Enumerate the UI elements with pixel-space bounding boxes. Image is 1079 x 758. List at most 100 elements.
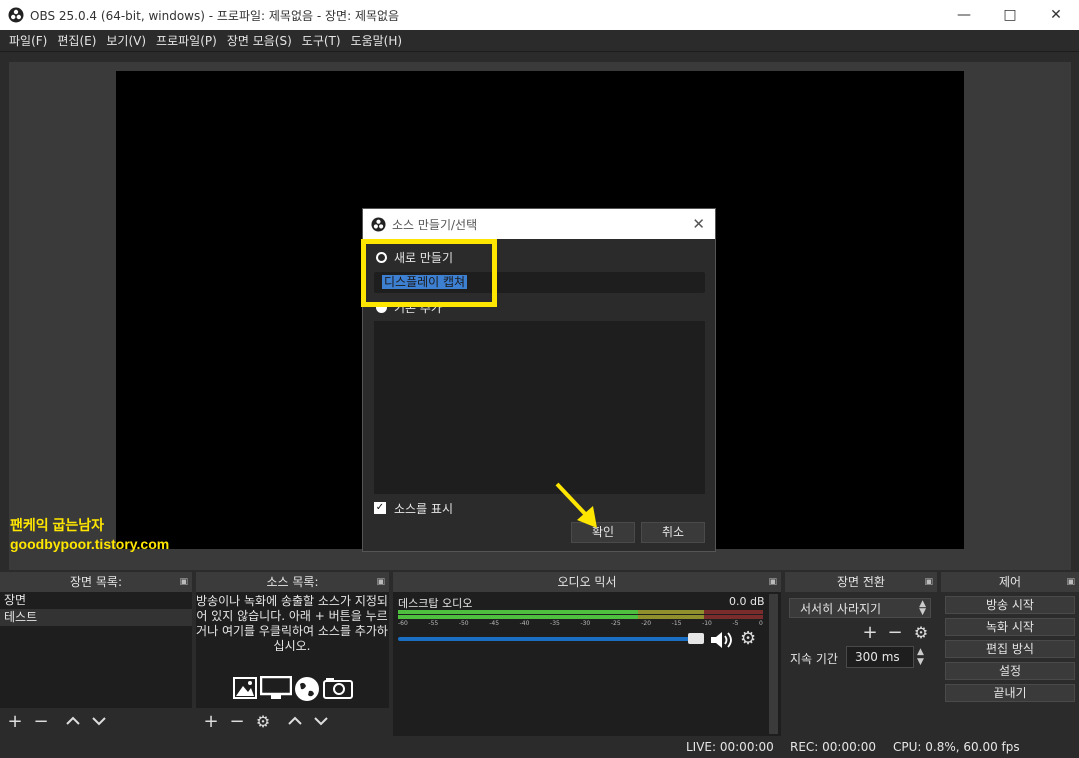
meter-green [398, 615, 638, 619]
scale-tick: -10 [702, 620, 712, 627]
add-transition-icon[interactable]: + [859, 621, 881, 643]
add-source-icon[interactable]: + [200, 710, 222, 732]
remove-source-icon[interactable]: − [226, 710, 248, 732]
scenes-toolbar: + − [0, 708, 192, 734]
duration-label: 지속 기간 [790, 652, 838, 666]
transition-selected: 서서히 사라지기 [800, 601, 882, 616]
mixer-dock-label: 오디오 믹서 [557, 575, 617, 589]
duration-spinner-icon[interactable]: ▲ ▼ [917, 647, 924, 667]
scale-tick: -25 [610, 620, 621, 627]
exit-button[interactable]: 끝내기 [945, 684, 1075, 702]
scale-tick: -15 [671, 620, 682, 627]
menu-edit[interactable]: 편집(E) [52, 30, 101, 52]
close-icon[interactable]: ✕ [692, 215, 705, 233]
menu-help[interactable]: 도움말(H) [346, 30, 408, 52]
scale-tick: -40 [519, 620, 530, 627]
live-status: LIVE: 00:00:00 [686, 740, 774, 754]
transitions-dock-label: 장면 전환 [837, 575, 885, 589]
add-scene-icon[interactable]: + [4, 710, 26, 732]
status-bar: LIVE: 00:00:00 REC: 00:00:00 CPU: 0.8%, … [0, 737, 1079, 758]
window-title: OBS 25.0.4 (64-bit, windows) - 프로파일: 제목없… [30, 8, 400, 23]
globe-icon [295, 677, 319, 701]
obs-logo-icon [8, 7, 24, 23]
scene-item[interactable]: 테스트 [0, 609, 192, 626]
scale-tick: -5 [732, 620, 739, 627]
mixer-channel-level: 0.0 dB [729, 595, 765, 608]
move-down-icon[interactable] [88, 710, 110, 732]
float-icon[interactable]: ▣ [924, 572, 933, 592]
move-down-icon[interactable] [310, 710, 332, 732]
scale-tick: -35 [550, 620, 560, 627]
scenes-dock-title: 장면 목록: ▣ [0, 572, 192, 592]
meter-red [704, 615, 763, 619]
gear-icon[interactable]: ⚙ [252, 710, 274, 732]
scale-tick: 0 [759, 620, 763, 627]
volume-slider[interactable] [398, 637, 702, 641]
sources-empty-hint: 방송이나 녹화에 송출할 소스가 지정되어 있지 않습니다. 아래 + 버튼을 … [196, 594, 388, 653]
gear-icon[interactable]: ⚙ [740, 628, 756, 649]
maximize-button[interactable]: □ [987, 0, 1033, 30]
settings-button[interactable]: 설정 [945, 662, 1075, 680]
sources-dock-label: 소스 목록: [266, 575, 319, 589]
obs-logo-icon [371, 216, 386, 232]
meter-yellow [638, 610, 704, 614]
remove-transition-icon[interactable]: − [884, 621, 906, 643]
duration-value: 300 ms [855, 650, 900, 664]
scenes-list[interactable]: 장면 테스트 [0, 592, 192, 708]
scale-tick: -20 [641, 620, 652, 627]
float-icon[interactable]: ▣ [768, 572, 777, 592]
start-streaming-button[interactable]: 방송 시작 [945, 596, 1075, 614]
sources-list[interactable]: 방송이나 녹화에 송출할 소스가 지정되어 있지 않습니다. 아래 + 버튼을 … [196, 592, 389, 708]
start-recording-button[interactable]: 녹화 시작 [945, 618, 1075, 636]
move-up-icon[interactable] [62, 710, 84, 732]
menu-profile[interactable]: 프로파일(P) [151, 30, 222, 52]
float-icon[interactable]: ▣ [376, 572, 385, 592]
duration-input[interactable]: 300 ms [846, 646, 914, 668]
highlight-box [361, 239, 497, 307]
scale-tick: -60 [398, 620, 408, 627]
transitions-dock-title: 장면 전환 ▣ [785, 572, 937, 592]
window-titlebar: OBS 25.0.4 (64-bit, windows) - 프로파일: 제목없… [0, 0, 1079, 30]
scenes-dock-label: 장면 목록: [69, 575, 123, 589]
volume-slider-handle[interactable] [688, 633, 704, 644]
cpu-status: CPU: 0.8%, 60.00 fps [893, 740, 1020, 754]
speaker-icon[interactable] [710, 631, 734, 649]
display-icon [260, 676, 292, 699]
arrow-icon [555, 482, 597, 528]
float-icon[interactable]: ▣ [1066, 572, 1075, 592]
cancel-button[interactable]: 취소 [641, 522, 705, 543]
menu-bar: 파일(F) 편집(E) 보기(V) 프로파일(P) 장면 모음(S) 도구(T)… [0, 30, 1079, 52]
transition-select[interactable]: 서서히 사라지기 ▲ ▼ [789, 598, 931, 618]
existing-sources-list[interactable] [374, 321, 705, 494]
meter-green [398, 610, 638, 614]
gear-icon[interactable]: ⚙ [910, 621, 932, 643]
mixer-dock-title: 오디오 믹서 ▣ [393, 572, 781, 592]
camera-icon [323, 678, 353, 699]
menu-file[interactable]: 파일(F) [4, 30, 52, 52]
sources-toolbar: + − ⚙ [196, 708, 389, 734]
mixer-channel-name: 데스크탑 오디오 [398, 597, 473, 610]
remove-scene-icon[interactable]: − [30, 710, 52, 732]
source-type-icons [232, 676, 354, 702]
scene-item[interactable]: 장면 [0, 592, 192, 609]
visible-checkbox[interactable]: ✓ [374, 502, 386, 514]
meter-red [704, 610, 763, 614]
scale-tick: -55 [428, 620, 439, 627]
studio-mode-button[interactable]: 편집 방식 [945, 640, 1075, 658]
sources-dock-title: 소스 목록: ▣ [196, 572, 389, 592]
menu-scene-collection[interactable]: 장면 모음(S) [222, 30, 297, 52]
watermark-line2: goodbypoor.tistory.com [10, 536, 170, 552]
move-up-icon[interactable] [284, 710, 306, 732]
menu-view[interactable]: 보기(V) [101, 30, 151, 52]
scale-tick: -50 [458, 620, 469, 627]
minimize-button[interactable]: — [941, 0, 987, 30]
menu-tools[interactable]: 도구(T) [297, 30, 346, 52]
updown-icon: ▲ ▼ [919, 599, 926, 617]
float-icon[interactable]: ▣ [179, 572, 188, 592]
close-button[interactable]: ✕ [1033, 0, 1079, 30]
mixer-scrollbar[interactable] [769, 594, 778, 734]
scale-tick: -30 [580, 620, 591, 627]
watermark-line1: 팬케익 굽는남자 [10, 517, 105, 533]
dialog-titlebar: 소스 만들기/선택 ✕ [363, 209, 715, 239]
meter-scale: -60 -55 -50 -45 -40 -35 -30 -25 -20 -15 … [398, 620, 763, 627]
